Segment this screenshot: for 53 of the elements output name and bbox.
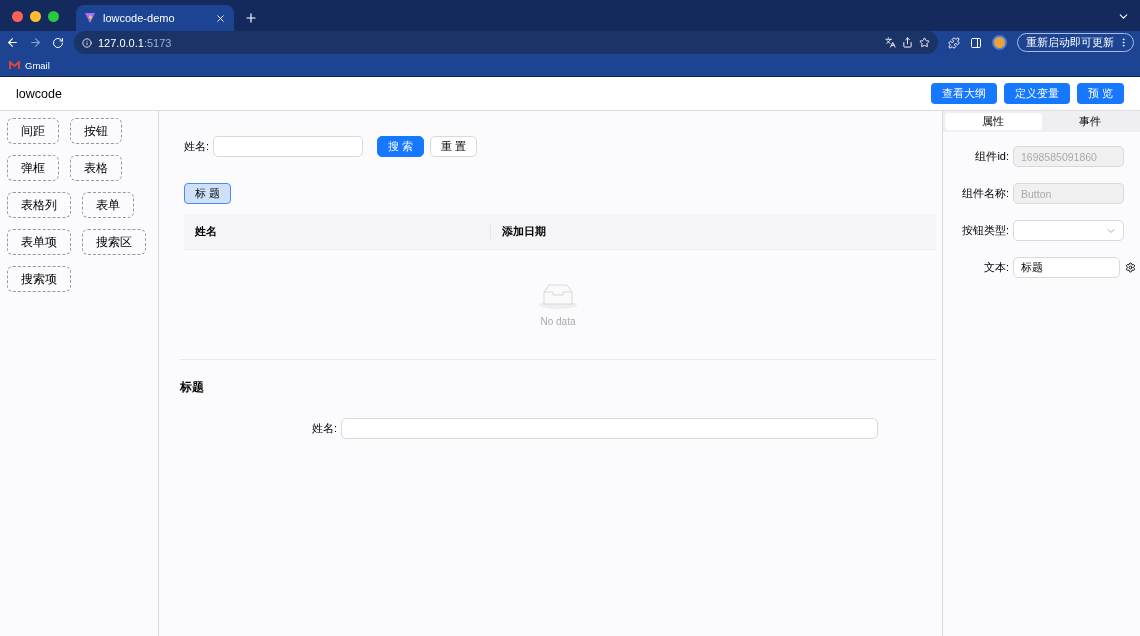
share-icon[interactable] — [902, 37, 913, 48]
empty-inbox-icon — [538, 282, 578, 310]
window-zoom-button[interactable] — [48, 11, 59, 22]
property-label: 按钮类型: — [960, 223, 1009, 238]
component-item[interactable]: 搜索项 — [7, 266, 71, 292]
search-button[interactable]: 搜 索 — [377, 136, 425, 157]
side-panel-icon[interactable] — [970, 36, 982, 49]
browser-tab[interactable]: lowcode-demo — [76, 5, 234, 31]
back-icon[interactable] — [6, 36, 19, 49]
property-input[interactable]: 标题 — [1013, 257, 1120, 278]
reset-button[interactable]: 重 置 — [430, 136, 478, 157]
reload-icon[interactable] — [52, 36, 64, 49]
header-button[interactable]: 预 览 — [1076, 83, 1124, 104]
app-logo: lowcode — [16, 86, 63, 101]
new-tab-icon[interactable] — [244, 11, 258, 25]
property-label: 组件id: — [974, 149, 1009, 164]
close-icon[interactable] — [215, 12, 226, 24]
header-button[interactable]: 查看大纲 — [930, 83, 997, 104]
field-label: 姓名: — [184, 139, 210, 154]
mail-icon — [9, 60, 20, 70]
header-button[interactable]: 定义变量 — [1003, 83, 1070, 104]
component-item[interactable]: 搜索区 — [82, 229, 146, 255]
component-item[interactable]: 表格 — [70, 155, 122, 181]
property-label: 文本: — [982, 260, 1009, 275]
bolt-icon — [84, 12, 96, 24]
empty-text: No data — [540, 316, 576, 327]
bookmark[interactable]: Gmail — [9, 59, 50, 71]
translate-icon[interactable] — [885, 37, 896, 48]
info-icon — [82, 37, 92, 48]
puzzle-icon[interactable] — [948, 36, 960, 49]
window-minimize-button[interactable] — [30, 11, 41, 22]
forward-icon[interactable] — [29, 36, 42, 49]
title-button[interactable]: 标 题 — [184, 183, 232, 204]
component-item[interactable]: 表单项 — [7, 229, 71, 255]
section-title: 标题 — [180, 380, 204, 395]
component-item[interactable]: 表单 — [82, 192, 134, 218]
avatar[interactable] — [992, 35, 1007, 50]
component-item[interactable]: 表格列 — [7, 192, 71, 218]
panel-tab[interactable]: 事件 — [1041, 113, 1138, 130]
star-icon[interactable] — [919, 37, 930, 48]
column-header: 姓名 — [194, 224, 218, 239]
panel-tab[interactable]: 属性 — [945, 113, 1042, 130]
field-label: 姓名: — [312, 421, 338, 436]
address-bar[interactable]: 127.0.0.1:5173 — [74, 31, 938, 54]
component-item[interactable]: 弹框 — [7, 155, 59, 181]
component-item[interactable]: 间距 — [7, 118, 59, 144]
property-label: 组件名称: — [960, 186, 1009, 201]
window-close-button[interactable] — [12, 11, 23, 22]
name-input[interactable] — [341, 418, 878, 439]
column-header: 添加日期 — [490, 224, 936, 239]
settings-icon[interactable] — [1125, 262, 1136, 273]
name-input[interactable] — [213, 136, 364, 157]
component-item[interactable]: 按钮 — [70, 118, 122, 144]
